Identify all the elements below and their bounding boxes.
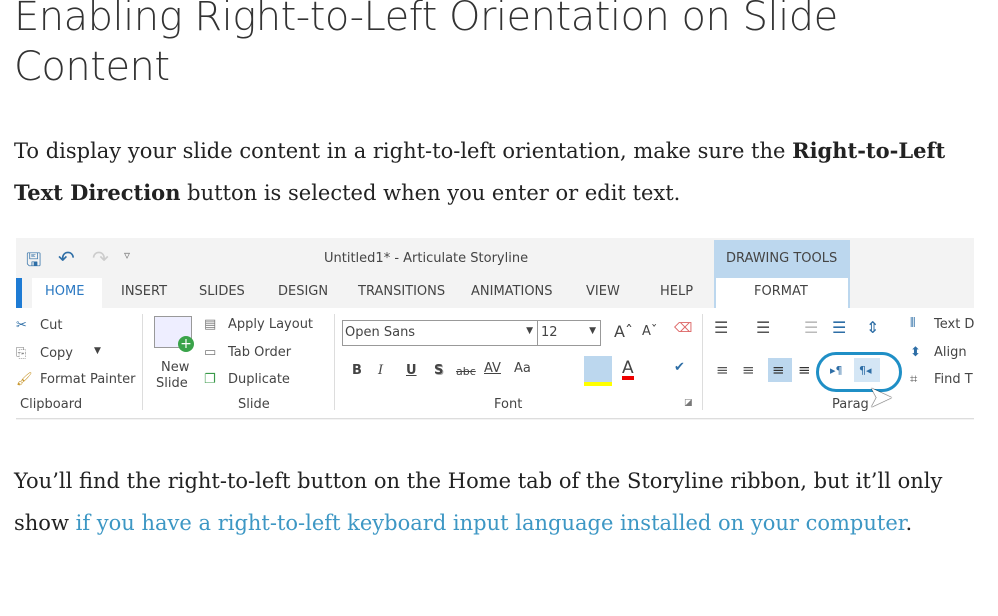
group-label-font: Font xyxy=(494,397,523,412)
page-title: Enabling Right-to-Left Orientation on Sl… xyxy=(14,0,838,90)
tab-design[interactable]: DESIGN xyxy=(278,284,328,299)
left-to-right-button[interactable]: ▸¶ xyxy=(830,364,843,377)
clear-formatting-icon[interactable]: ⌫ xyxy=(674,321,692,336)
storyline-ribbon-screenshot: 🖫 ↶ ↷ ▿ Untitled1* - Articulate Storylin… xyxy=(16,238,974,420)
duplicate-icon: ❐ xyxy=(204,372,216,387)
divider xyxy=(702,314,703,410)
tab-help[interactable]: HELP xyxy=(660,284,693,299)
mouse-cursor-icon: ➤ xyxy=(868,380,894,415)
layout-icon: ▤ xyxy=(204,317,217,332)
copy-icon: ⎘ xyxy=(16,346,27,361)
find-button[interactable]: Find T xyxy=(934,372,973,387)
numbering-icon[interactable]: ☰ xyxy=(756,318,770,337)
align-text-button[interactable]: Align xyxy=(934,345,967,360)
character-spacing-button[interactable]: AV xyxy=(484,361,501,376)
apply-layout-button[interactable]: Apply Layout xyxy=(228,317,313,332)
cut-button[interactable]: Cut xyxy=(40,318,62,333)
file-tab-edge xyxy=(16,278,22,308)
ribbon-body: ✂ Cut ⎘ Copy ▼ 🖌 Format Painter Clipboar… xyxy=(16,308,974,419)
divider xyxy=(142,314,143,410)
grow-font-icon[interactable]: Aˆ xyxy=(614,322,633,341)
keyboard-language-link[interactable]: if you have a right-to-left keyboard inp… xyxy=(76,511,906,535)
binoculars-icon: ⌗ xyxy=(910,372,918,387)
font-name-select[interactable]: Open Sans ▼ xyxy=(342,320,538,346)
copy-button[interactable]: Copy xyxy=(40,346,73,361)
align-center-icon[interactable]: ≡ xyxy=(742,361,755,379)
text: button is selected when you enter or edi… xyxy=(180,181,681,205)
font-size-select[interactable]: 12 ▼ xyxy=(537,320,601,346)
new-slide-button[interactable]: Slide xyxy=(156,376,188,391)
divider xyxy=(334,314,335,410)
font-size-value: 12 xyxy=(541,325,558,340)
spell-check-icon[interactable]: ✔ xyxy=(674,360,685,375)
new-slide-label-1[interactable]: New xyxy=(161,360,189,375)
chevron-down-icon: ▼ xyxy=(94,346,101,356)
tab-transitions[interactable]: TRANSITIONS xyxy=(358,284,445,299)
note-paragraph: You’ll find the right-to-left button on … xyxy=(14,460,974,544)
text: . xyxy=(905,511,913,535)
chevron-down-icon: ▼ xyxy=(589,326,596,336)
text: To display your slide content in a right… xyxy=(14,139,793,163)
shrink-font-icon[interactable]: Aˇ xyxy=(642,324,657,339)
chevron-down-icon: ▼ xyxy=(526,326,533,336)
tab-format[interactable]: FORMAT xyxy=(754,284,808,299)
undo-icon: ↶ xyxy=(58,246,75,270)
change-case-button[interactable]: Aa xyxy=(514,361,531,376)
tab-animations[interactable]: ANIMATIONS xyxy=(471,284,553,299)
tab-view[interactable]: VIEW xyxy=(586,284,620,299)
text-direction-button[interactable]: Text D xyxy=(934,317,974,332)
font-color-button[interactable]: A xyxy=(622,360,634,380)
group-label-slide: Slide xyxy=(238,397,270,412)
tab-order-icon: ▭ xyxy=(204,345,217,360)
cut-icon: ✂ xyxy=(16,318,27,333)
strikethrough-button[interactable]: abc xyxy=(456,365,476,378)
text-direction-icon: ⫴ xyxy=(910,316,916,331)
line-spacing-icon[interactable]: ⇕ xyxy=(866,318,879,337)
duplicate-button[interactable]: Duplicate xyxy=(228,372,290,387)
highlight-button[interactable] xyxy=(584,356,612,386)
increase-indent-icon[interactable]: ☰ xyxy=(832,318,846,337)
group-label-clipboard: Clipboard xyxy=(20,397,83,412)
right-to-left-icon: ¶◂ xyxy=(859,364,872,377)
contextual-header: DRAWING TOOLS xyxy=(726,251,838,266)
bold-button[interactable]: B xyxy=(352,363,362,378)
align-left-icon[interactable]: ≡ xyxy=(716,361,729,379)
format-painter-icon: 🖌 xyxy=(16,372,33,387)
dialog-launcher-icon[interactable]: ◪ xyxy=(684,398,693,408)
tab-slides[interactable]: SLIDES xyxy=(199,284,245,299)
decrease-indent-icon[interactable]: ☰ xyxy=(804,318,818,337)
align-text-icon: ⬍ xyxy=(910,345,921,360)
justify-icon[interactable]: ≡ xyxy=(798,361,811,379)
tab-insert[interactable]: INSERT xyxy=(121,284,167,299)
save-icon: 🖫 xyxy=(26,250,42,271)
window-title: Untitled1* - Articulate Storyline xyxy=(324,251,529,266)
tab-home[interactable]: HOME xyxy=(45,284,84,299)
align-right-icon: ≡ xyxy=(772,361,785,379)
redo-icon: ↷ xyxy=(92,246,109,270)
italic-button[interactable]: I xyxy=(378,363,383,378)
plus-icon: + xyxy=(178,336,194,352)
group-label-paragraph: Parag xyxy=(832,397,869,412)
tab-order-button[interactable]: Tab Order xyxy=(228,345,291,360)
font-name-value: Open Sans xyxy=(345,325,416,340)
customize-icon: ▿ xyxy=(124,248,131,262)
bullets-icon[interactable]: ☰ xyxy=(714,318,728,337)
format-painter-button[interactable]: Format Painter xyxy=(40,372,135,387)
underline-button[interactable]: U xyxy=(406,363,417,378)
shadow-button[interactable]: S xyxy=(434,363,443,378)
intro-paragraph: To display your slide content in a right… xyxy=(14,130,974,214)
